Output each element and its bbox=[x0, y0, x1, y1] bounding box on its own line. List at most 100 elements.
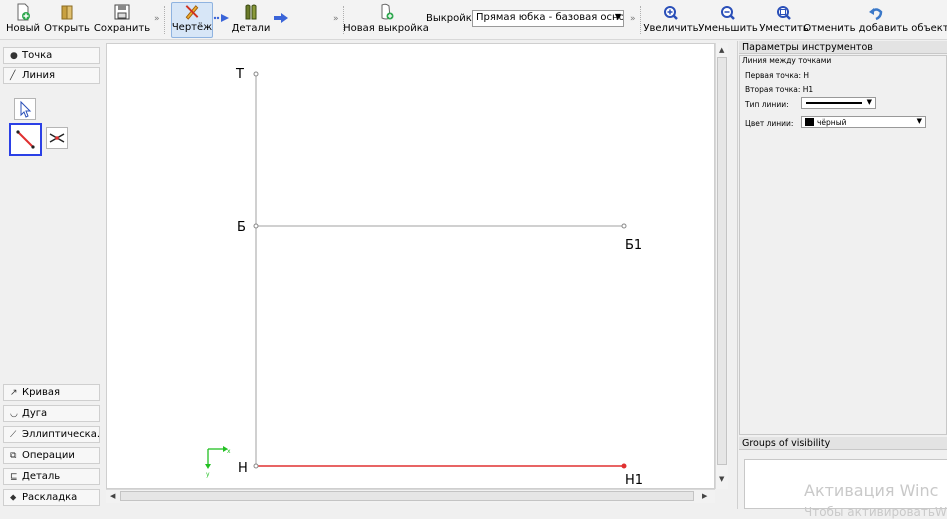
cursor-arrow-icon bbox=[20, 100, 32, 118]
line-color-label: Цвет линии: bbox=[745, 119, 794, 128]
zoom-out-button[interactable]: Уменьшить bbox=[698, 2, 758, 38]
category-point[interactable]: ● Точка bbox=[3, 47, 100, 64]
point-icon: ● bbox=[10, 51, 18, 61]
groups-of-visibility-title: Groups of visibility bbox=[739, 437, 947, 450]
save-icon bbox=[114, 4, 130, 20]
category-ellipse[interactable]: ⟋ Эллиптическа... bbox=[3, 426, 100, 443]
details-icon bbox=[245, 4, 257, 20]
pattern-select[interactable]: Прямая юбка - базовая основа ▼ bbox=[472, 10, 624, 27]
point-b[interactable] bbox=[253, 223, 259, 229]
curve-icon: ↗ bbox=[10, 388, 18, 398]
open-label: Открыть bbox=[44, 23, 90, 34]
fit-button[interactable]: Уместить bbox=[759, 2, 809, 38]
solid-line-icon bbox=[806, 102, 862, 104]
save-label: Сохранить bbox=[93, 23, 151, 34]
drawing-svg: Т Б Б1 Н Н1 x y bbox=[205, 67, 643, 488]
ellipse-icon: ⟋ bbox=[10, 430, 17, 440]
new-pattern-label: Новая выкройка bbox=[343, 23, 429, 34]
horizontal-scroll-thumb[interactable] bbox=[120, 491, 694, 501]
point-label-b: Б bbox=[237, 220, 246, 235]
chevron-down-icon: ▼ bbox=[866, 98, 872, 106]
second-point-row: Вторая точка: Н1 bbox=[745, 85, 813, 94]
category-operations[interactable]: ⧉ Операции bbox=[3, 447, 100, 464]
drawing-mode-button[interactable]: Чертёж bbox=[171, 2, 213, 38]
axis-x-label: x bbox=[227, 448, 231, 455]
point-t[interactable] bbox=[253, 71, 259, 77]
point-b1[interactable] bbox=[621, 223, 627, 229]
category-label: Эллиптическа... bbox=[22, 429, 100, 440]
first-point-row: Первая точка: Н bbox=[745, 71, 809, 80]
new-button[interactable]: Новый bbox=[4, 2, 42, 38]
point-label-t: Т bbox=[235, 67, 244, 82]
second-point-label: Вторая точка: bbox=[745, 85, 801, 94]
category-label: Деталь bbox=[22, 471, 61, 482]
tools-panel: ● Точка ╱ Линия ↗ Кривая ◡ Дуга ⟋ Эллиптическ… bbox=[0, 41, 104, 509]
save-button[interactable]: Сохранить bbox=[94, 2, 150, 38]
activation-watermark: Активация Winc bbox=[804, 481, 939, 500]
category-arc[interactable]: ◡ Дуга bbox=[3, 405, 100, 422]
toolbar-separator bbox=[164, 6, 168, 34]
coordinate-axes-icon: x y bbox=[205, 446, 231, 478]
tool-properties: Линия между точками Первая точка: Н Втор… bbox=[739, 55, 947, 435]
axis-y-label: y bbox=[206, 471, 210, 478]
scroll-left-icon[interactable]: ◀ bbox=[110, 492, 115, 500]
category-label: Дуга bbox=[22, 408, 48, 419]
point-label-h: Н bbox=[238, 461, 248, 476]
new-pattern-icon bbox=[381, 3, 394, 20]
toolbar-extension-icon[interactable]: » bbox=[333, 14, 339, 24]
scroll-right-icon[interactable]: ▶ bbox=[702, 492, 707, 500]
vertical-scrollbar[interactable]: ▲ ▼ bbox=[715, 43, 728, 489]
pointer-tool-button[interactable] bbox=[14, 98, 36, 120]
undo-button[interactable]: Отменить добавить объект bbox=[803, 2, 947, 38]
vertical-scroll-thumb[interactable] bbox=[717, 57, 727, 465]
new-file-icon bbox=[17, 3, 30, 21]
line-between-points-tool-button[interactable] bbox=[9, 123, 42, 156]
point-h[interactable] bbox=[253, 463, 259, 469]
category-label: Операции bbox=[22, 450, 75, 461]
fit-label: Уместить bbox=[759, 23, 809, 34]
operations-icon: ⧉ bbox=[10, 451, 17, 461]
details-mode-label: Детали bbox=[231, 23, 271, 34]
color-swatch bbox=[805, 118, 814, 126]
drawing-pencil-icon bbox=[185, 5, 199, 20]
open-button[interactable]: Открыть bbox=[44, 2, 90, 38]
detail-icon: ⊑ bbox=[10, 472, 18, 482]
toolbar-extension-icon[interactable]: » bbox=[630, 14, 636, 24]
zoom-in-button[interactable]: Увеличить bbox=[643, 2, 699, 38]
details-mode-button[interactable]: Детали bbox=[231, 2, 271, 38]
category-label: Раскладка bbox=[22, 492, 78, 503]
line-type-select[interactable]: ▼ bbox=[801, 97, 876, 109]
category-line[interactable]: ╱ Линия bbox=[3, 67, 100, 84]
second-point-value[interactable]: Н1 bbox=[803, 85, 813, 94]
new-pattern-button[interactable]: Новая выкройка bbox=[343, 2, 429, 38]
category-curve[interactable]: ↗ Кривая bbox=[3, 384, 100, 401]
category-detail[interactable]: ⊑ Деталь bbox=[3, 468, 100, 485]
drawing-canvas[interactable]: Т Б Б1 Н Н1 x y bbox=[106, 43, 715, 489]
category-layout[interactable]: ⬥ Раскладка bbox=[3, 489, 100, 506]
point-h1[interactable] bbox=[621, 463, 627, 469]
point-label-b1: Б1 bbox=[625, 238, 642, 253]
category-label: Кривая bbox=[22, 387, 60, 398]
point-label-h1: Н1 bbox=[625, 473, 643, 488]
category-label: Линия bbox=[22, 70, 56, 81]
line-icon: ╱ bbox=[10, 71, 16, 81]
arrow-right-icon bbox=[274, 13, 288, 23]
line-color-select[interactable]: чёрный ▼ bbox=[801, 116, 926, 128]
line-color-value: чёрный bbox=[817, 118, 847, 127]
horizontal-scrollbar[interactable]: ◀ ▶ bbox=[106, 489, 715, 503]
chevron-down-icon: ▼ bbox=[614, 12, 621, 21]
scroll-down-icon[interactable]: ▼ bbox=[719, 475, 724, 483]
zoom-in-icon bbox=[664, 6, 678, 20]
activation-watermark-subtext: Чтобы активироватьW bbox=[804, 505, 947, 519]
drawing-mode-label: Чертёж bbox=[171, 22, 213, 33]
first-point-value[interactable]: Н bbox=[803, 71, 809, 80]
first-point-label: Первая точка: bbox=[745, 71, 801, 80]
arc-icon: ◡ bbox=[10, 409, 18, 419]
open-folder-icon bbox=[61, 5, 73, 20]
scroll-up-icon[interactable]: ▲ bbox=[719, 46, 724, 54]
undo-label: Отменить добавить объект bbox=[803, 23, 947, 34]
toolbar-extension-icon[interactable]: » bbox=[154, 14, 160, 24]
line-intersect-tool-button[interactable] bbox=[46, 127, 68, 149]
zoom-in-label: Увеличить bbox=[643, 23, 699, 34]
undo-icon bbox=[869, 8, 883, 21]
